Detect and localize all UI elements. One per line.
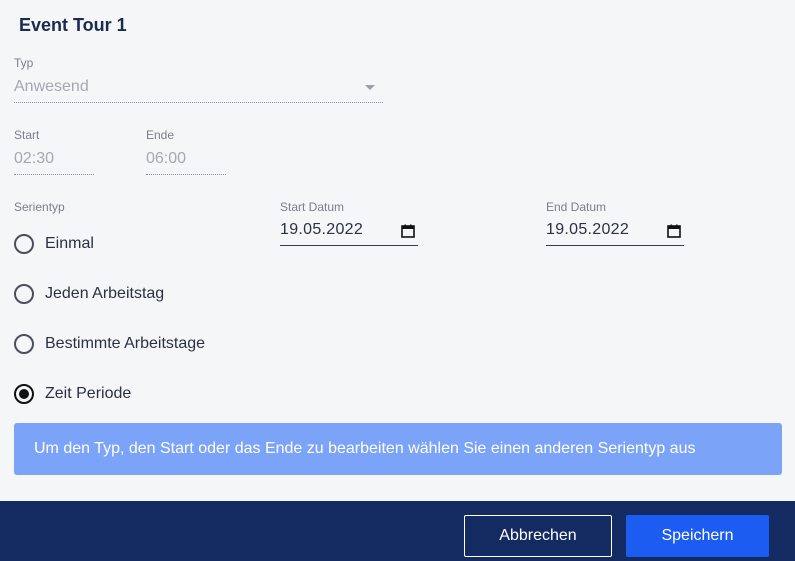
- type-select-value: Anwesend: [14, 78, 89, 95]
- start-date-input[interactable]: 19.05.2022: [280, 221, 418, 246]
- radio-option-einmal[interactable]: Einmal: [14, 232, 94, 256]
- radio-label: Zeit Periode: [45, 385, 132, 402]
- start-time-input[interactable]: 02:30: [14, 150, 94, 175]
- dialog-title: Event Tour 1: [19, 15, 127, 35]
- start-time-label: Start: [14, 128, 40, 142]
- radio-option-zeit-periode[interactable]: Zeit Periode: [14, 382, 131, 406]
- radio-label: Jeden Arbeitstag: [45, 285, 165, 302]
- start-date-value: 19.05.2022: [280, 221, 364, 238]
- type-label: Typ: [14, 56, 34, 70]
- radio-button[interactable]: [14, 284, 34, 304]
- radio-label: Bestimmte Arbeitstage: [45, 335, 206, 352]
- radio-option-bestimmte-arbeitstage[interactable]: Bestimmte Arbeitstage: [14, 332, 205, 356]
- start-date-label: Start Datum: [280, 200, 345, 214]
- radio-button[interactable]: [14, 234, 34, 254]
- radio-button[interactable]: [14, 334, 34, 354]
- end-time-input[interactable]: 06:00: [146, 150, 226, 175]
- save-button[interactable]: Speichern: [626, 515, 769, 557]
- caret-down-icon: [365, 85, 375, 90]
- radio-button-checked[interactable]: [14, 384, 34, 404]
- cancel-button[interactable]: Abbrechen: [464, 515, 612, 557]
- end-time-label: Ende: [146, 128, 175, 142]
- type-select[interactable]: Anwesend: [14, 78, 383, 103]
- info-message: Um den Typ, den Start oder das Ende zu b…: [14, 423, 782, 475]
- calendar-icon[interactable]: [667, 224, 681, 238]
- dialog-footer: Abbrechen Speichern: [0, 501, 795, 561]
- end-date-input[interactable]: 19.05.2022: [546, 221, 684, 246]
- series-type-label: Serientyp: [14, 200, 65, 214]
- radio-option-jeden-arbeitstag[interactable]: Jeden Arbeitstag: [14, 282, 164, 306]
- calendar-icon[interactable]: [401, 224, 415, 238]
- end-date-value: 19.05.2022: [546, 221, 630, 238]
- end-date-label: End Datum: [546, 200, 607, 214]
- radio-label: Einmal: [45, 235, 94, 252]
